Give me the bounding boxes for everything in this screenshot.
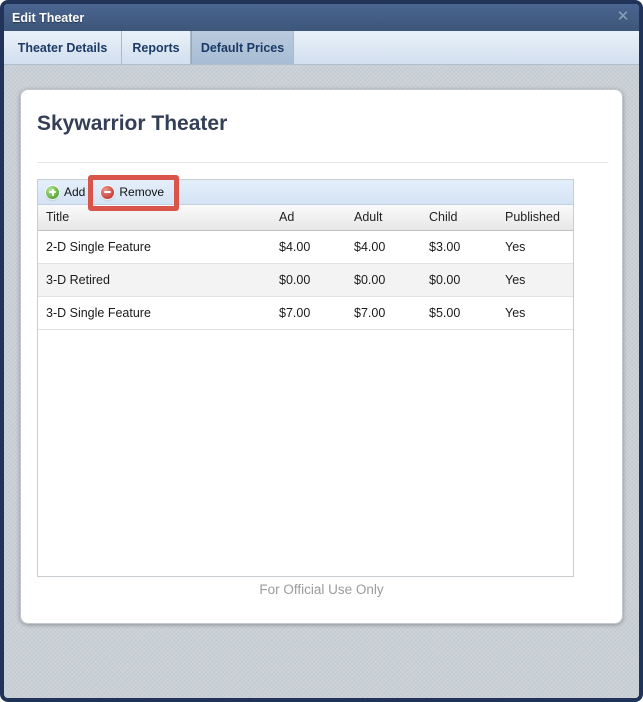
cell-ad: $0.00 <box>271 263 346 296</box>
table-row[interactable]: 3-D Single Feature $7.00 $7.00 $5.00 Yes <box>38 296 573 329</box>
remove-icon <box>101 186 114 199</box>
cell-title: 3-D Single Feature <box>38 296 271 329</box>
cell-adult: $0.00 <box>346 263 421 296</box>
close-icon: ✕ <box>617 8 630 25</box>
column-header-title[interactable]: Title <box>38 205 271 230</box>
table-row[interactable]: 2-D Single Feature $4.00 $4.00 $3.00 Yes <box>38 230 573 263</box>
cell-published: Yes <box>497 296 573 329</box>
column-header-ad[interactable]: Ad <box>271 205 346 230</box>
prices-table: Title Ad Adult Child Published 2-D Singl… <box>38 205 573 330</box>
tab-label: Default Prices <box>201 41 284 55</box>
cell-title: 2-D Single Feature <box>38 230 271 263</box>
column-header-child[interactable]: Child <box>421 205 497 230</box>
official-use-footer: For Official Use Only <box>21 582 622 597</box>
edit-theater-dialog: Edit Theater ✕ Theater Details Reports D… <box>0 0 643 702</box>
cell-child: $3.00 <box>421 230 497 263</box>
tab-label: Reports <box>132 41 179 55</box>
cell-adult: $4.00 <box>346 230 421 263</box>
tab-theater-details[interactable]: Theater Details <box>4 31 122 64</box>
remove-button-label: Remove <box>119 185 164 199</box>
tab-bar: Theater Details Reports Default Prices <box>4 31 639 65</box>
cell-adult: $7.00 <box>346 296 421 329</box>
table-header-row: Title Ad Adult Child Published <box>38 205 573 230</box>
tab-bar-filler <box>294 31 639 64</box>
cell-child: $0.00 <box>421 263 497 296</box>
default-prices-card: Skywarrior Theater Add Remove <box>20 89 623 624</box>
cell-published: Yes <box>497 263 573 296</box>
column-header-adult[interactable]: Adult <box>346 205 421 230</box>
close-button[interactable]: ✕ <box>613 7 633 27</box>
add-icon <box>46 186 59 199</box>
cell-ad: $4.00 <box>271 230 346 263</box>
dialog-content: Skywarrior Theater Add Remove <box>4 65 639 698</box>
tab-default-prices[interactable]: Default Prices <box>191 31 294 64</box>
dialog-titlebar: Edit Theater ✕ <box>4 4 639 31</box>
dialog-title: Edit Theater <box>12 11 84 25</box>
add-button[interactable]: Add <box>46 185 85 199</box>
remove-button[interactable]: Remove <box>101 185 164 199</box>
table-row[interactable]: 3-D Retired $0.00 $0.00 $0.00 Yes <box>38 263 573 296</box>
cell-published: Yes <box>497 230 573 263</box>
tab-label: Theater Details <box>18 41 108 55</box>
theater-name-heading: Skywarrior Theater <box>37 112 227 136</box>
column-header-published[interactable]: Published <box>497 205 573 230</box>
tab-reports[interactable]: Reports <box>122 31 191 64</box>
heading-divider <box>37 162 608 163</box>
grid-toolbar: Add Remove <box>38 180 573 205</box>
prices-grid-panel: Add Remove Title Ad Ad <box>37 179 574 577</box>
cell-child: $5.00 <box>421 296 497 329</box>
cell-title: 3-D Retired <box>38 263 271 296</box>
cell-ad: $7.00 <box>271 296 346 329</box>
add-button-label: Add <box>64 185 85 199</box>
